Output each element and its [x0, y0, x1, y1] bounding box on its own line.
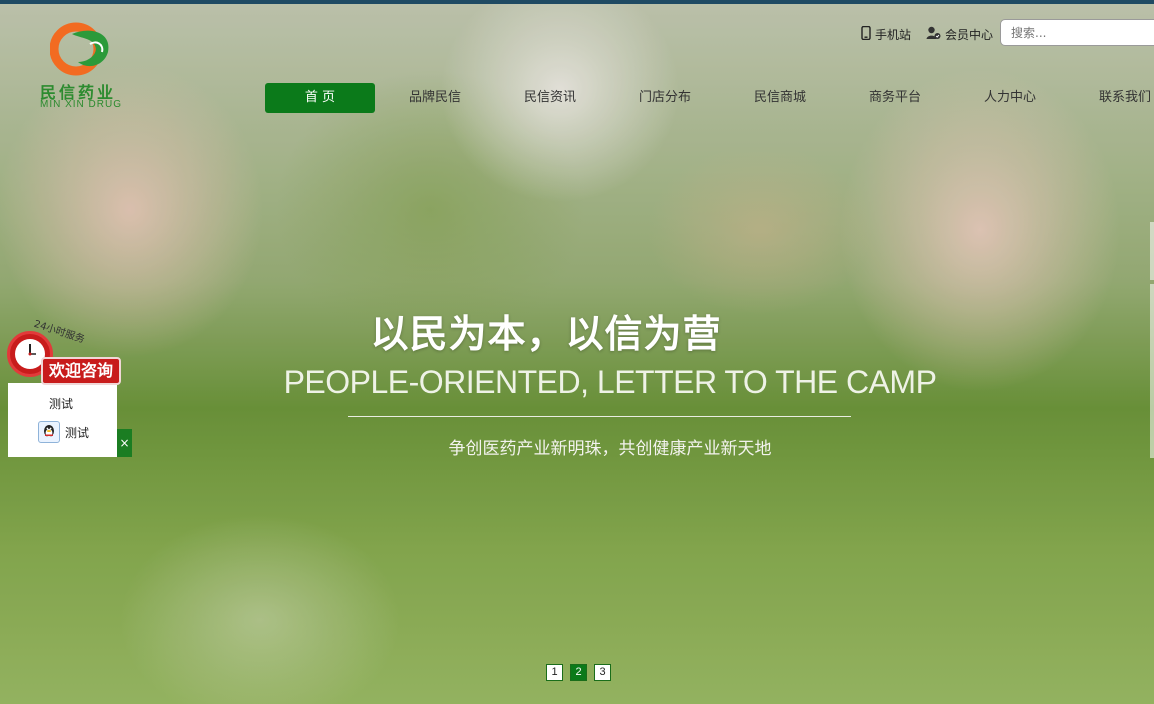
qq-penguin-icon[interactable]: [38, 421, 60, 443]
nav-item-news[interactable]: 民信资讯: [495, 83, 605, 113]
qq-contact-label[interactable]: 测试: [65, 424, 89, 441]
nav-item-contact[interactable]: 联系我们: [1070, 83, 1154, 113]
consult-banner[interactable]: 欢迎咨询: [41, 357, 122, 385]
mobile-phone-icon: [861, 25, 871, 43]
nav-item-home[interactable]: 首 页: [265, 83, 375, 113]
service-group-title: 测试: [49, 397, 74, 411]
top-border: [0, 0, 1154, 4]
close-icon[interactable]: ×: [117, 429, 132, 457]
hero-divider: [348, 416, 851, 417]
nav-item-hr[interactable]: 人力中心: [955, 83, 1065, 113]
nav-item-brand[interactable]: 品牌民信: [380, 83, 490, 113]
search-box[interactable]: [1000, 19, 1154, 46]
side-tab[interactable]: [1150, 222, 1154, 280]
mobile-site-link[interactable]: 手机站: [861, 25, 912, 43]
customer-service-widget: 24小时服务 欢迎咨询 测试 测试 ×: [7, 313, 132, 458]
logo-emblem-icon: [50, 22, 109, 76]
side-tab[interactable]: [1150, 400, 1154, 458]
slide-dot-1[interactable]: 1: [546, 664, 563, 681]
member-center-label: 会员中心: [945, 28, 994, 42]
nav-item-business[interactable]: 商务平台: [840, 83, 950, 113]
nav-item-stores[interactable]: 门店分布: [610, 83, 720, 113]
side-tab[interactable]: [1150, 342, 1154, 400]
hero-tagline: 争创医药产业新明珠，共创健康产业新天地: [448, 439, 772, 459]
mobile-site-label: 手机站: [875, 28, 912, 42]
hero-headline: 以民为本，以信为营: [370, 312, 722, 356]
main-nav: 首 页 品牌民信 民信资讯 门店分布 民信商城 商务平台 人力中心 联系我们: [0, 83, 1154, 113]
slide-dot-3[interactable]: 3: [594, 664, 611, 681]
hero-subheadline: PEOPLE-ORIENTED, LETTER TO THE CAMP: [283, 364, 937, 400]
side-tab[interactable]: [1150, 284, 1154, 342]
member-center-link[interactable]: 会员中心: [926, 26, 993, 43]
nav-item-mall[interactable]: 民信商城: [725, 83, 835, 113]
member-user-icon: [926, 26, 941, 43]
search-input[interactable]: [1001, 20, 1154, 45]
slide-dot-2[interactable]: 2: [570, 664, 587, 681]
slide-pager: 1 2 3: [546, 664, 611, 681]
